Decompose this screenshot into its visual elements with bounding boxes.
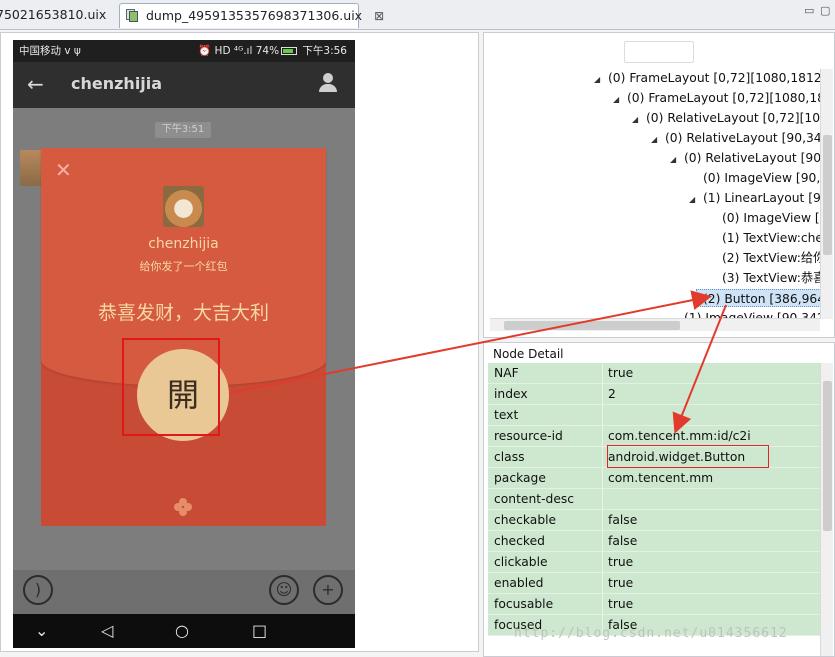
red-packet-dialog: ✕ chenzhijia 给你发了一个红包 恭喜发财，大吉大利 開	[41, 148, 326, 526]
tab-active-dump[interactable]: dump_4959135357698371306.uix ⊠	[119, 3, 384, 28]
tree-node[interactable]: ◢ (0) RelativeLayout [0,72][1080	[632, 109, 820, 127]
message-time-chip: 下午3:51	[155, 122, 211, 138]
tab-label: 75021653810.uix	[0, 7, 107, 22]
table-row[interactable]: enabled true	[488, 573, 820, 594]
tree-node[interactable]: ◢ (1) LinearLayout [90	[689, 189, 820, 207]
plus-icon[interactable]: +	[313, 575, 343, 605]
expand-toggle-icon[interactable]: ◢	[594, 71, 608, 89]
node-detail-title: Node Detail	[493, 347, 564, 361]
sender-avatar-large	[163, 186, 204, 227]
android-status-bar: 中国移动 ⅴ ψ ⏰ HD ⁴ᴳ.ıl 74% 下午3:56	[13, 40, 355, 62]
expand-toggle-icon[interactable]: ◢	[651, 131, 665, 149]
carrier-text: 中国移动 ⅴ ψ	[19, 45, 81, 57]
table-row[interactable]: checkable false	[488, 510, 820, 531]
tree-node[interactable]: (1) TextView:che	[708, 229, 820, 247]
expand-toggle-icon[interactable]: ◢	[670, 151, 684, 169]
voice-icon[interactable]: )	[23, 575, 53, 605]
tree-node[interactable]: ◢ (0) FrameLayout [0,72][1080,1812]	[594, 69, 820, 87]
table-row[interactable]: resource-id com.tencent.mm:id/c2i	[488, 426, 820, 447]
battery-icon	[281, 47, 298, 55]
expand-toggle-icon[interactable]: ◢	[613, 91, 627, 109]
minimize-icon[interactable]: ▭	[804, 4, 814, 17]
nav-down-icon[interactable]: ⌄	[35, 622, 48, 640]
expand-toggle-icon[interactable]: ◢	[689, 191, 703, 209]
close-icon[interactable]: ✕	[55, 158, 72, 182]
table-row[interactable]: content-desc	[488, 489, 820, 510]
person-icon[interactable]	[318, 73, 338, 93]
tree-node[interactable]: (3) TextView:恭喜	[708, 269, 820, 287]
nav-back-icon[interactable]: ◁	[101, 622, 113, 640]
tree-node[interactable]: ◢ (0) RelativeLayout [90,3	[670, 149, 820, 167]
tree-node[interactable]: (0) ImageView [4	[708, 209, 820, 227]
nav-recent-icon[interactable]: □	[252, 622, 267, 640]
scroll-thumb[interactable]	[823, 381, 832, 531]
watermark-text: http://blog.csdn.net/u014356612	[514, 626, 788, 641]
status-right: ⏰ HD ⁴ᴳ.ıl 74% 下午3:56	[198, 40, 347, 62]
screenshot-pane: 中国移动 ⅴ ψ ⏰ HD ⁴ᴳ.ıl 74% 下午3:56 ← chenzhi…	[0, 32, 479, 652]
scroll-thumb[interactable]	[823, 135, 832, 255]
table-row[interactable]: index 2	[488, 384, 820, 405]
expand-toggle-icon[interactable]: ◢	[632, 111, 646, 129]
battery-percent: 74%	[255, 45, 280, 57]
status-icons: ⏰ HD ⁴ᴳ.ıl	[198, 45, 253, 57]
packet-subtitle: 给你发了一个红包	[139, 260, 228, 273]
table-row[interactable]: package com.tencent.mm	[488, 468, 820, 489]
sender-name: chenzhijia	[148, 236, 219, 252]
maximize-icon[interactable]: ▢	[820, 4, 830, 17]
tree-node[interactable]: ◢ (0) RelativeLayout [90,342]	[651, 129, 820, 147]
tree-node-selected[interactable]: (2) Button [386,964]	[696, 289, 820, 307]
table-row[interactable]: checked false	[488, 531, 820, 552]
status-time: 下午3:56	[302, 45, 347, 57]
packet-wish: 恭喜发财，大吉大利	[97, 302, 269, 324]
flower-icon	[174, 498, 192, 516]
tree-vertical-scrollbar[interactable]	[820, 69, 833, 319]
table-row[interactable]: clickable true	[488, 552, 820, 573]
scroll-thumb[interactable]	[504, 321, 680, 330]
uix-file-icon	[125, 8, 139, 22]
tree-toolbar	[624, 41, 694, 63]
resource-id-highlight	[607, 445, 769, 468]
detail-vertical-scrollbar[interactable]	[820, 363, 833, 656]
editor-tab-bar: 75021653810.uix dump_4959135357698371306…	[0, 0, 835, 30]
table-row[interactable]: focusable true	[488, 594, 820, 615]
tree-node[interactable]: ◢ (0) FrameLayout [0,72][1080,1812	[613, 89, 820, 107]
back-arrow-icon[interactable]: ←	[27, 72, 49, 96]
chat-app-bar: ← chenzhijia	[13, 62, 355, 108]
nav-home-icon[interactable]: ○	[175, 622, 189, 640]
hierarchy-tree-pane: ◢ (0) FrameLayout [0,72][1080,1812] ◢ (0) …	[483, 32, 835, 338]
chat-input-bar: ) ☺ +	[13, 570, 355, 614]
hierarchy-tree[interactable]: ◢ (0) FrameLayout [0,72][1080,1812] ◢ (0) …	[490, 69, 820, 319]
node-detail-pane: Node Detail NAF true index 2 text resource…	[483, 342, 835, 657]
tree-node[interactable]: (0) ImageView [90,3	[689, 169, 820, 187]
tree-horizontal-scrollbar[interactable]	[490, 318, 820, 331]
selected-node-highlight	[122, 338, 220, 436]
android-nav-bar: ⌄ ◁ ○ □	[13, 614, 355, 648]
table-row[interactable]: text	[488, 405, 820, 426]
close-icon[interactable]: ⊠	[374, 4, 384, 28]
tab-first-dump[interactable]: 75021653810.uix	[0, 3, 108, 28]
chat-title: chenzhijia	[71, 74, 163, 93]
node-detail-table[interactable]: NAF true index 2 text resource-id com.tence…	[488, 363, 820, 636]
table-row[interactable]: NAF true	[488, 363, 820, 384]
uiautomator-viewer-window: 75021653810.uix dump_4959135357698371306…	[0, 0, 835, 657]
tab-label: dump_4959135357698371306.uix	[145, 8, 363, 23]
emoji-icon[interactable]: ☺	[269, 575, 299, 605]
tree-node[interactable]: (2) TextView:给你	[708, 249, 820, 267]
